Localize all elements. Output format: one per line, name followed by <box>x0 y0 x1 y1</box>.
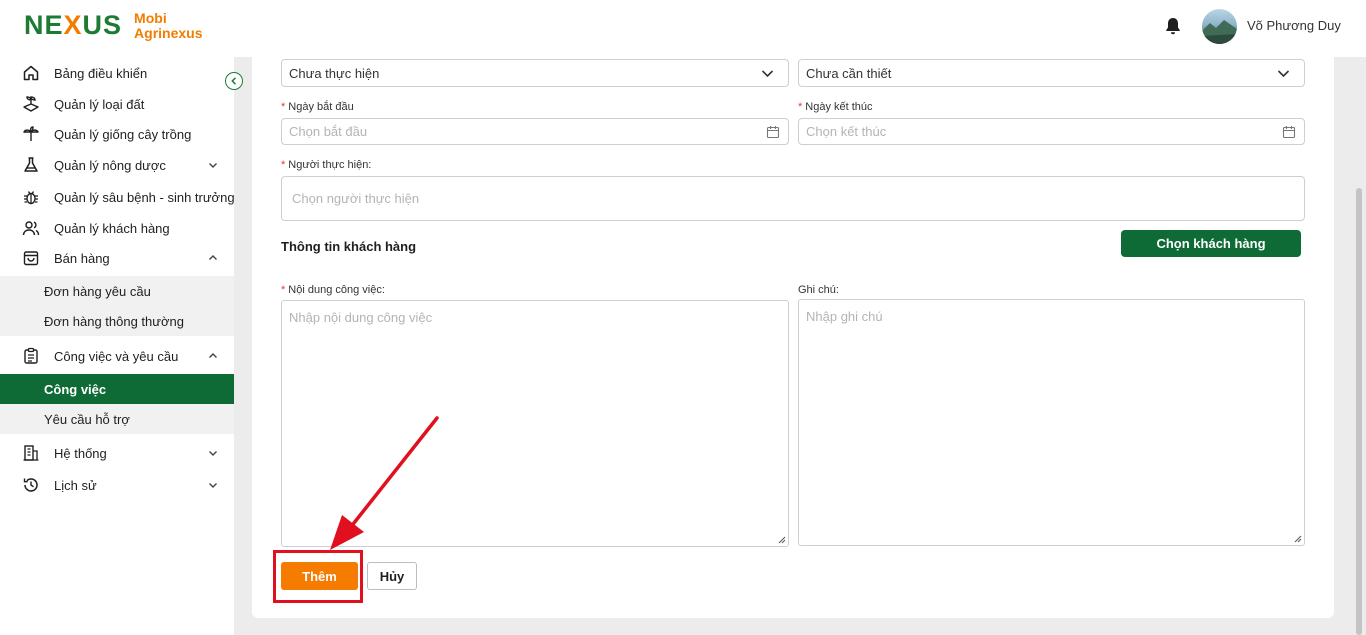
assignee-select[interactable]: Chọn người thực hiện <box>281 176 1305 221</box>
sidebar-item-label: Công việc và yêu cầu <box>54 348 179 364</box>
chevron-down-icon <box>209 451 217 456</box>
sidebar-item-label: Quản lý sâu bệnh - sinh trưởng <box>54 189 235 205</box>
start-date-placeholder: Chọn bắt đầu <box>289 124 368 139</box>
logo-mark-x: X <box>63 10 83 40</box>
end-date-label: * Ngày kết thúc <box>798 101 873 113</box>
assignee-label: * Người thực hiện: <box>281 159 371 171</box>
required-mark: * <box>281 101 286 113</box>
history-icon <box>22 476 40 494</box>
chevron-down-icon <box>209 483 217 488</box>
content-placeholder: Nhập nội dung công việc <box>289 310 433 325</box>
chevron-down-icon <box>1277 70 1290 78</box>
sidebar-item-customers[interactable]: Quản lý khách hàng <box>0 213 234 243</box>
sidebar-item-pesticides[interactable]: Quản lý nông dược <box>0 150 234 180</box>
sidebar-subitem-support-requests[interactable]: Yêu cầu hỗ trợ <box>0 404 234 434</box>
start-date-label-text: Ngày bắt đầu <box>288 101 354 113</box>
shopping-bag-icon <box>22 249 40 267</box>
sidebar-collapse-button[interactable] <box>225 72 243 90</box>
bell-icon[interactable] <box>1163 16 1183 36</box>
sidebar-item-pests-growth[interactable]: Quản lý sâu bệnh - sinh trưởng <box>0 182 235 212</box>
main-scrollbar[interactable] <box>1356 188 1362 635</box>
sidebar-subitem-requested-orders[interactable]: Đơn hàng yêu cầu <box>0 276 234 306</box>
status-select[interactable]: Chưa thực hiện <box>281 59 789 87</box>
chevron-up-icon <box>209 353 217 358</box>
end-date-picker[interactable]: Chọn kết thúc <box>798 118 1305 145</box>
assignee-placeholder: Chọn người thực hiện <box>292 191 420 206</box>
assignee-label-text: Người thực hiện: <box>288 159 372 171</box>
chevron-down-icon <box>209 163 217 168</box>
chevron-down-icon <box>761 70 774 78</box>
avatar[interactable] <box>1202 9 1237 44</box>
annotation-highlight-box <box>273 550 363 603</box>
calendar-icon <box>766 126 780 139</box>
sidebar-item-history[interactable]: Lịch sử <box>0 470 234 500</box>
sidebar-subitem-label: Công việc <box>44 381 107 397</box>
annotation-arrow-icon <box>330 416 439 550</box>
sidebar-item-label: Lịch sử <box>54 477 97 493</box>
priority-select[interactable]: Chưa cần thiết <box>798 59 1305 87</box>
start-date-picker[interactable]: Chọn bắt đầu <box>281 118 789 145</box>
sidebar-subitem-label: Đơn hàng thông thường <box>44 313 184 329</box>
soil-icon <box>22 95 40 113</box>
sidebar-item-label: Quản lý nông dược <box>54 157 166 173</box>
note-label: Ghi chú: <box>798 284 839 296</box>
choose-customer-button[interactable]: Chọn khách hàng <box>1121 230 1301 257</box>
resize-grip-icon[interactable] <box>778 536 786 544</box>
logo-mark: NEXUS <box>24 10 122 41</box>
required-mark: * <box>281 284 286 296</box>
sidebar-item-work-requests[interactable]: Công việc và yêu cầu <box>0 341 234 371</box>
customer-info-title: Thông tin khách hàng <box>281 239 417 254</box>
sidebar-item-label: Bán hàng <box>54 250 110 266</box>
flask-icon <box>22 156 40 174</box>
logo-line-1: Mobi <box>134 9 167 26</box>
sidebar-item-dashboard[interactable]: Bảng điều khiển <box>0 58 234 88</box>
home-icon <box>22 64 40 82</box>
priority-select-value: Chưa cần thiết <box>806 65 892 81</box>
chevron-left-icon <box>231 77 237 85</box>
app-logo[interactable]: NEXUS Mobi Agrinexus <box>24 10 203 41</box>
clipboard-icon <box>22 347 40 365</box>
logo-text: Mobi Agrinexus <box>134 9 203 41</box>
sidebar-subitem-tasks[interactable]: Công việc <box>0 374 234 404</box>
note-placeholder: Nhập ghi chú <box>806 309 883 324</box>
logo-line-2: Agrinexus <box>134 24 203 41</box>
start-date-label: * Ngày bắt đầu <box>281 101 354 113</box>
sidebar-item-label: Quản lý loại đất <box>54 96 145 112</box>
sidebar-subitem-regular-orders[interactable]: Đơn hàng thông thường <box>0 306 234 336</box>
plant-icon <box>22 125 40 143</box>
user-name[interactable]: Võ Phương Duy <box>1247 18 1341 33</box>
cancel-button[interactable]: Hủy <box>367 562 417 590</box>
sidebar-item-sales[interactable]: Bán hàng <box>0 243 234 273</box>
sidebar-item-label: Hệ thống <box>54 445 107 461</box>
logo-mark-right: US <box>82 10 123 40</box>
sidebar-item-label: Bảng điều khiển <box>54 65 148 81</box>
sidebar-item-system[interactable]: Hệ thống <box>0 438 234 468</box>
sidebar-item-plant-varieties[interactable]: Quản lý giống cây trồng <box>0 119 234 149</box>
building-icon <box>22 444 40 462</box>
end-date-label-text: Ngày kết thúc <box>805 101 873 113</box>
bug-icon <box>22 188 40 206</box>
sidebar-item-soil[interactable]: Quản lý loại đất <box>0 89 234 119</box>
required-mark: * <box>798 101 803 113</box>
chevron-up-icon <box>209 255 217 260</box>
note-textarea[interactable]: Nhập ghi chú <box>798 299 1305 546</box>
sidebar-item-label: Quản lý giống cây trồng <box>54 126 192 142</box>
end-date-placeholder: Chọn kết thúc <box>806 124 887 139</box>
content-label: * Nội dung công việc: <box>281 284 385 296</box>
resize-grip-icon[interactable] <box>1294 535 1302 543</box>
sidebar-subitem-label: Đơn hàng yêu cầu <box>44 283 151 299</box>
sidebar-subitem-label: Yêu cầu hỗ trợ <box>44 411 130 427</box>
calendar-icon <box>1282 126 1296 139</box>
required-mark: * <box>281 159 286 171</box>
status-select-value: Chưa thực hiện <box>289 65 380 81</box>
logo-mark-left: NE <box>24 10 64 40</box>
sidebar-item-label: Quản lý khách hàng <box>54 220 170 236</box>
users-icon <box>22 219 40 237</box>
sidebar: Bảng điều khiển Quản lý loại đất Quản lý… <box>0 57 235 635</box>
app-header: NEXUS Mobi Agrinexus Võ Phương Duy <box>0 0 1366 57</box>
content-label-text: Nội dung công việc: <box>288 284 385 296</box>
